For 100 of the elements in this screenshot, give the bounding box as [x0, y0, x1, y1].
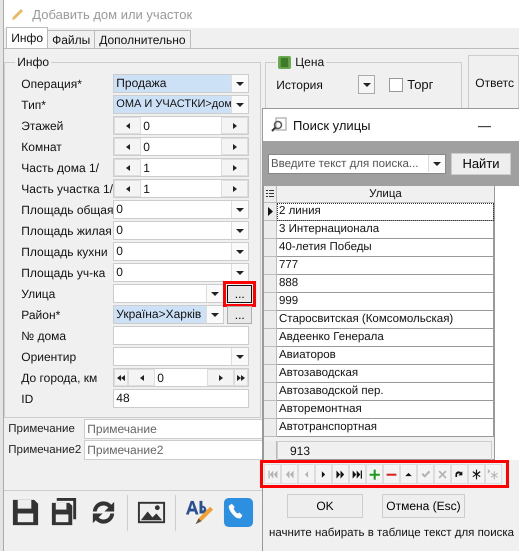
combo-value: 0 [115, 243, 124, 260]
row-header-cell[interactable] [264, 257, 277, 275]
caret-icon[interactable] [236, 228, 244, 232]
right-arrow-icon[interactable] [232, 164, 237, 170]
table-cell[interactable]: 40-летия Победы [277, 239, 494, 257]
field-label: ID [21, 392, 34, 406]
nav-bookmark-button[interactable] [468, 464, 485, 484]
combo-box[interactable] [113, 284, 224, 303]
row-header-cell[interactable] [264, 311, 277, 329]
asterisk-icon[interactable] [470, 468, 483, 480]
nav-next-page-button[interactable] [332, 464, 349, 484]
group-title: Цена [295, 55, 324, 69]
right-arrow-icon[interactable] [232, 144, 237, 150]
table-cell[interactable]: 2 линия [277, 203, 494, 221]
row-header-cell[interactable] [264, 365, 277, 383]
field-label: История [276, 78, 324, 92]
row-header-cell[interactable] [264, 239, 277, 257]
left-arrow-icon[interactable] [126, 122, 130, 128]
row-header-cell[interactable] [264, 419, 277, 437]
spin-value: 1 [142, 182, 151, 196]
right-arrow-icon[interactable] [232, 186, 237, 192]
table-cell[interactable]: 3 Интернационала [277, 221, 494, 239]
combo-box[interactable]: Продажа [113, 74, 250, 93]
table-cell[interactable]: 777 [277, 257, 494, 275]
row-header-cell[interactable] [264, 383, 277, 401]
row-header-cell[interactable] [264, 293, 277, 311]
last-icon[interactable] [351, 468, 364, 480]
field-label: Операция* [21, 76, 83, 90]
table-cell[interactable]: Авторемонтная [277, 401, 494, 419]
row-header-cell[interactable] [264, 347, 277, 365]
field-label: Ответс [475, 76, 514, 90]
tab[interactable]: Инфо [6, 27, 48, 48]
nav-delete-button[interactable] [383, 464, 400, 484]
caret-icon[interactable] [236, 270, 244, 274]
right-arrow-icon[interactable] [232, 122, 237, 128]
spin-field[interactable]: 0 [113, 137, 250, 156]
table-cell[interactable]: 888 [277, 275, 494, 293]
input-field[interactable] [113, 326, 250, 345]
right-arrow-icon[interactable] [218, 374, 223, 380]
nav-refresh-button[interactable] [451, 464, 468, 484]
caret-icon[interactable] [433, 162, 441, 166]
search-field[interactable]: Введите текст для поиска... [268, 154, 446, 174]
table-cell[interactable]: Автотранспортная [277, 419, 494, 437]
left-arrow-icon[interactable] [140, 374, 144, 380]
minimize-button[interactable]: — [472, 116, 497, 134]
row-header-cell[interactable] [264, 275, 277, 293]
ok-button[interactable]: OK [287, 494, 363, 518]
field-label: Этажей [21, 118, 64, 132]
column-menu-icon[interactable] [266, 189, 274, 199]
combo-box[interactable]: 0 [113, 200, 250, 219]
row-header-cell[interactable] [264, 221, 277, 239]
tab[interactable]: Дополнительно [94, 30, 191, 48]
left-arrow-icon[interactable] [126, 144, 130, 150]
plus-icon[interactable] [368, 468, 381, 480]
double-left-icon[interactable] [117, 374, 126, 380]
phone-icon[interactable] [223, 497, 254, 528]
table-cell[interactable]: Авиаторов [277, 347, 494, 365]
spin-value: 0 [142, 140, 151, 154]
table-cell[interactable]: Старосвитская (Комсомольская) [277, 311, 494, 329]
dropdown-button[interactable] [358, 75, 376, 94]
caret-icon[interactable] [236, 82, 244, 86]
table-cell[interactable]: Авдеенко Генерала [277, 329, 494, 347]
row-header-cell[interactable] [264, 329, 277, 347]
combo-box[interactable]: 0 [113, 242, 250, 261]
row-header-cell[interactable] [264, 401, 277, 419]
cancel-button[interactable]: Отмена (Esc) [382, 494, 465, 518]
nav-next-button[interactable] [315, 464, 332, 484]
nav-edit-button[interactable] [400, 464, 417, 484]
table-cell[interactable]: Автозаводской пер. [277, 383, 494, 401]
table-cell[interactable]: Автозаводская [277, 365, 494, 383]
spin-field[interactable]: 0 [113, 116, 250, 135]
caret-icon[interactable] [236, 208, 244, 212]
caret-icon[interactable] [211, 292, 220, 296]
caret-icon[interactable] [211, 312, 220, 316]
table-cell[interactable]: 999 [277, 293, 494, 311]
checkbox[interactable] [389, 78, 404, 92]
double-right-icon[interactable] [334, 468, 347, 480]
header-corner-cell[interactable] [264, 186, 277, 203]
nav-last-button[interactable] [349, 464, 366, 484]
browse-button[interactable]: ... [227, 284, 252, 302]
caret-icon[interactable] [236, 102, 244, 106]
spin-field[interactable]: 1 [113, 158, 250, 177]
double-right-icon[interactable] [237, 374, 246, 380]
spin-field[interactable]: 0 [113, 368, 250, 387]
browse-button[interactable]: ... [227, 306, 252, 324]
combo-box[interactable]: 0 [113, 221, 250, 240]
left-arrow-icon[interactable] [126, 164, 130, 170]
caret-icon[interactable] [236, 250, 244, 254]
spin-field[interactable]: 1 [113, 179, 250, 198]
combo-box[interactable]: Україна>Харків [113, 305, 224, 324]
combo-box[interactable]: ОМА И УЧАСТКИ>дом [113, 95, 250, 114]
combo-box[interactable]: 0 [113, 263, 250, 282]
combo-value: ОМА И УЧАСТКИ>дом [114, 96, 232, 113]
input-field[interactable]: 48 [113, 389, 250, 408]
caret-icon[interactable] [362, 82, 371, 86]
field-label: № дома [21, 328, 68, 342]
caret-icon[interactable] [236, 354, 244, 358]
find-button[interactable]: Найти [451, 152, 511, 174]
row-header-cell[interactable] [264, 203, 277, 221]
left-arrow-icon[interactable] [126, 186, 130, 192]
